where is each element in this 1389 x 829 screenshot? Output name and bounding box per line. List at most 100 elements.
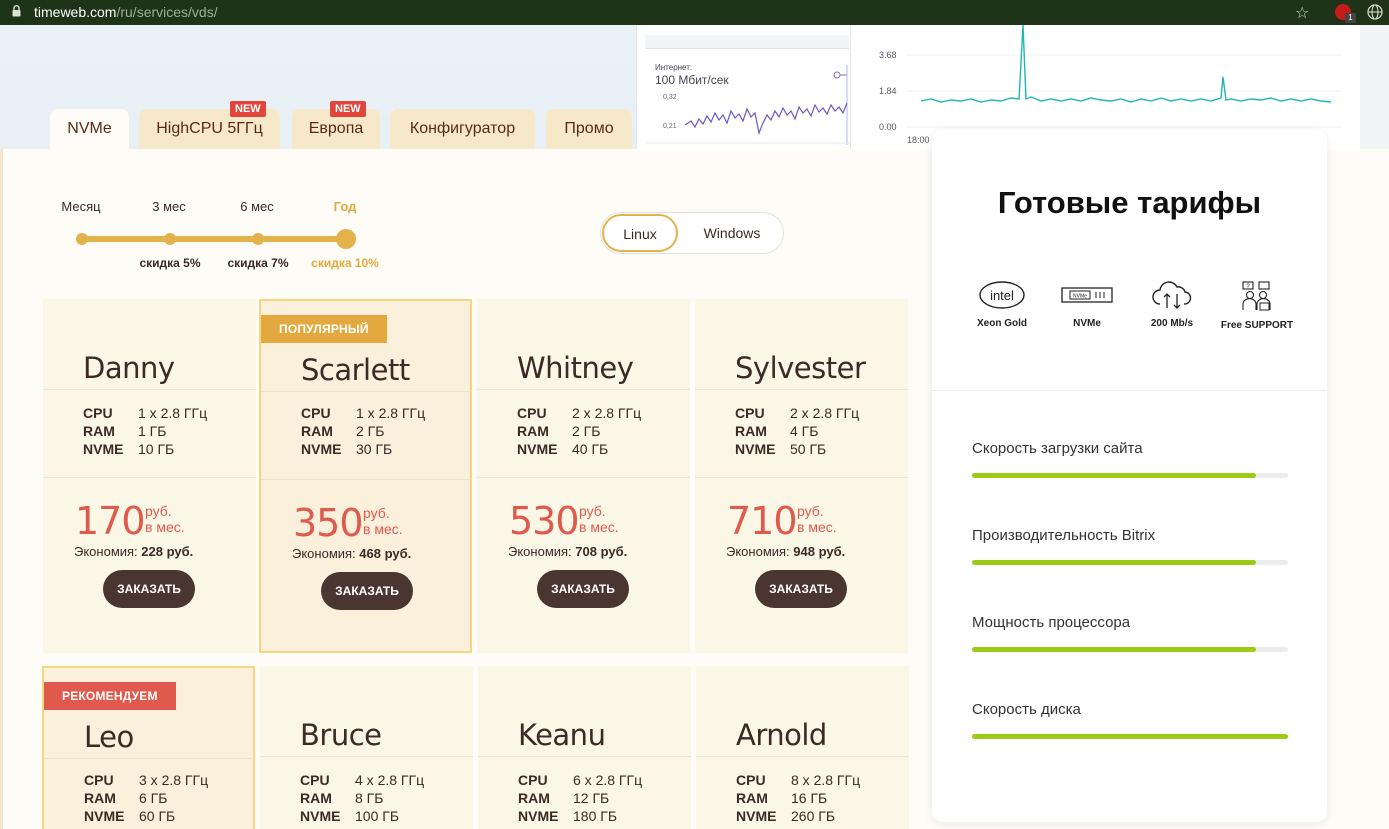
spec-key: NVME: [84, 808, 125, 824]
url-text[interactable]: timeweb.com/ru/services/vds/: [34, 4, 218, 20]
tab-configurator[interactable]: Конфигуратор: [390, 109, 535, 149]
period-3-months[interactable]: 3 мес: [134, 199, 204, 214]
price-currency: руб.: [363, 505, 390, 521]
bookmark-star-icon[interactable]: ☆: [1295, 3, 1309, 23]
spec-key: RAM: [301, 423, 333, 439]
spec-disk: NVME 50 ГБ: [735, 441, 826, 457]
spec-cpu: CPU 8 x 2.8 ГГц: [736, 772, 860, 788]
saving-text: Экономия: 228 руб.: [74, 544, 193, 559]
slider-stop[interactable]: [164, 233, 176, 245]
saving-label: Экономия:: [508, 544, 572, 559]
slider-handle[interactable]: [336, 229, 356, 249]
saving-value: 708 руб.: [575, 544, 628, 559]
spec-disk: NVME 100 ГБ: [300, 808, 399, 824]
spec-ram: RAM 2 ГБ: [517, 423, 600, 439]
nvme-drive-icon: NVMe: [1061, 287, 1113, 303]
plan-card-keanu: Keanu CPU 6 x 2.8 ГГц RAM 12 ГБ NVME 180 ГБ: [478, 666, 691, 829]
tab-nvme[interactable]: NVMe: [50, 109, 129, 149]
spec-cpu: CPU 1 x 2.8 ГГц: [83, 405, 207, 421]
spec-value: 4 x 2.8 ГГц: [355, 772, 425, 788]
divider: [477, 477, 690, 478]
spec-key: NVME: [517, 441, 558, 457]
slider-stop[interactable]: [252, 233, 264, 245]
order-button[interactable]: ЗАКАЗАТЬ: [321, 572, 413, 610]
spec-key: CPU: [84, 772, 114, 788]
spec-value: 8 x 2.8 ГГц: [791, 772, 861, 788]
spec-disk: NVME 10 ГБ: [83, 441, 174, 457]
spec-ram: RAM 2 ГБ: [301, 423, 384, 439]
os-windows-option[interactable]: Windows: [689, 213, 775, 253]
tab-promo[interactable]: Промо: [546, 109, 632, 149]
order-button[interactable]: ЗАКАЗАТЬ: [103, 570, 195, 608]
period-slider-track[interactable]: [80, 236, 346, 242]
saving-value: 468 руб.: [359, 546, 412, 561]
url-host: timeweb.com: [34, 4, 117, 20]
spec-disk: NVME 260 ГБ: [736, 808, 835, 824]
divider: [261, 391, 470, 392]
left-edge-strip: [0, 149, 3, 829]
order-button[interactable]: ЗАКАЗАТЬ: [537, 570, 629, 608]
spec-disk: NVME 60 ГБ: [84, 808, 175, 824]
period-year[interactable]: Год: [310, 199, 380, 214]
price-period: в мес.: [797, 519, 837, 535]
price-unit: руб. в мес.: [145, 503, 185, 535]
spec-ram: RAM 8 ГБ: [300, 790, 383, 806]
hero-right-edge: [1360, 25, 1389, 149]
browser-address-bar: timeweb.com/ru/services/vds/ ☆ 1: [0, 0, 1389, 25]
spec-cpu: CPU 3 x 2.8 ГГц: [84, 772, 208, 788]
spec-key: RAM: [83, 423, 115, 439]
tab-label: Промо: [564, 120, 614, 137]
spec-cpu: CPU 2 x 2.8 ГГц: [735, 405, 859, 421]
feature-nvme: NVMe NVMe: [1042, 280, 1132, 329]
feature-speed: 200 Mb/s: [1127, 280, 1217, 329]
price-period: в мес.: [145, 519, 185, 535]
spec-disk: NVME 180 ГБ: [518, 808, 617, 824]
tab-label: Конфигуратор: [409, 120, 516, 137]
spec-ram: RAM 1 ГБ: [83, 423, 166, 439]
price-value: 350: [293, 501, 364, 545]
network-chart-graphic: [647, 65, 851, 145]
spec-key: CPU: [83, 405, 113, 421]
slider-stop[interactable]: [76, 233, 88, 245]
order-button[interactable]: ЗАКАЗАТЬ: [755, 570, 847, 608]
saving-text: Экономия: 708 руб.: [508, 544, 627, 559]
divider: [44, 758, 253, 759]
spec-value: 100 ГБ: [355, 808, 400, 824]
tab-europe[interactable]: Европа NEW: [292, 101, 380, 149]
spec-value: 2 ГБ: [572, 423, 601, 439]
spec-value: 6 x 2.8 ГГц: [573, 772, 643, 788]
spec-value: 8 ГБ: [355, 790, 384, 806]
divider: [695, 477, 908, 478]
metric-fill: [972, 560, 1257, 565]
spec-key: NVME: [301, 441, 342, 457]
spec-cpu: CPU 4 x 2.8 ГГц: [300, 772, 424, 788]
spec-key: NVME: [518, 808, 559, 824]
extension-badge: 1: [1345, 13, 1356, 23]
spec-key: CPU: [300, 772, 330, 788]
divider: [43, 389, 256, 390]
spec-key: RAM: [518, 790, 550, 806]
price-unit: руб. в мес.: [797, 503, 837, 535]
plan-name: Bruce: [300, 718, 382, 752]
spec-key: CPU: [735, 405, 765, 421]
os-linux-option[interactable]: Linux: [602, 214, 678, 252]
spec-key: NVME: [83, 441, 124, 457]
price-value: 170: [75, 499, 146, 543]
spec-value: 2 x 2.8 ГГц: [572, 405, 642, 421]
spec-value: 2 ГБ: [356, 423, 385, 439]
spec-value: 260 ГБ: [791, 808, 836, 824]
saving-value: 228 руб.: [141, 544, 194, 559]
tab-highcpu[interactable]: HighCPU 5ГГц NEW: [139, 101, 280, 149]
globe-icon[interactable]: [1367, 4, 1383, 20]
plan-card-sylvester: Sylvester CPU 2 x 2.8 ГГц RAM 4 ГБ NVME 50 …: [695, 299, 908, 653]
spec-key: CPU: [736, 772, 766, 788]
spec-cpu: CPU 1 x 2.8 ГГц: [301, 405, 425, 421]
spec-key: CPU: [301, 405, 331, 421]
spec-key: NVME: [736, 808, 777, 824]
intel-logo-text: intel: [990, 288, 1014, 303]
period-month[interactable]: Месяц: [46, 199, 116, 214]
tab-label: HighCPU 5ГГц: [156, 120, 263, 137]
spec-key: CPU: [518, 772, 548, 788]
spec-value: 60 ГБ: [139, 808, 176, 824]
period-6-months[interactable]: 6 мес: [222, 199, 292, 214]
